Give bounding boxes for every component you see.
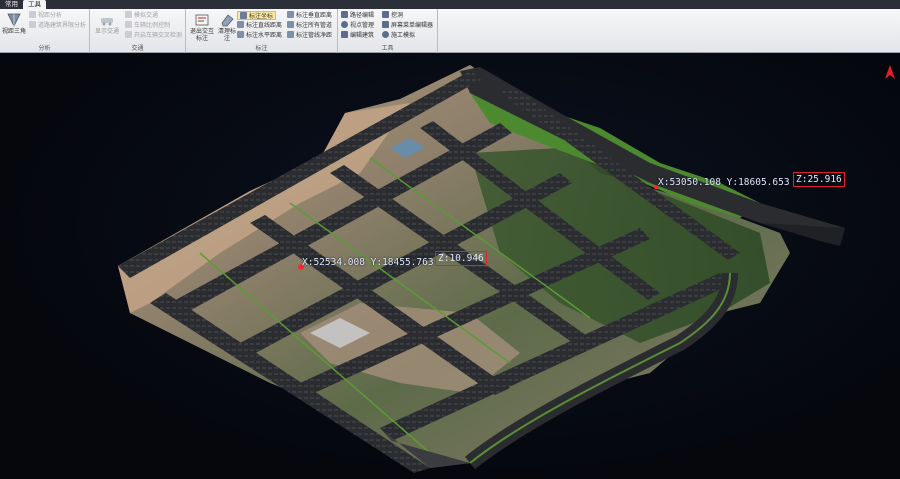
menu-editor-icon	[382, 21, 389, 28]
annotate-straight-distance-button[interactable]: 标注直线距离	[237, 21, 282, 30]
elevation-label-1: Z:10.946	[435, 251, 487, 266]
pipe-clearance-icon	[287, 31, 294, 38]
sight-distance-icon	[29, 11, 36, 18]
ribbon-tab-bar: 常用 工具	[0, 0, 900, 9]
sight-triangle-label: 视距三角	[1, 28, 26, 35]
simulate-traffic-button[interactable]: 模拟交通	[125, 11, 158, 20]
group-annotate-title: 标注	[255, 45, 268, 52]
annotate-vertical-distance-label: 标注垂直距离	[296, 12, 333, 19]
pipes-icon	[287, 21, 294, 28]
construction-icon	[382, 31, 389, 38]
clearance-analysis-label: 道路建筑界限分析	[38, 22, 87, 29]
group-tools-title: 工具	[381, 45, 394, 52]
viewpoint-manager-button[interactable]: 视点管理	[341, 21, 374, 30]
show-traffic-button[interactable]: 显示交通	[92, 11, 122, 44]
city-scene[interactable]	[0, 53, 900, 479]
group-traffic: 显示交通 模拟交通 车辆比例控制 开启车辆交叉检测 交通	[90, 9, 186, 53]
vehicle-ratio-button[interactable]: 车辆比例控制	[125, 21, 170, 30]
vehicle-ratio-label: 车辆比例控制	[134, 22, 171, 29]
sight-distance-button[interactable]: 视距分析	[29, 11, 62, 20]
vehicle-cross-check-label: 开启车辆交叉检测	[134, 32, 183, 39]
screen-menu-editor-label: 屏幕菜单编辑器	[391, 22, 434, 29]
simulate-traffic-icon	[125, 11, 132, 18]
annotate-all-pipes-label: 标注所有管道	[296, 22, 333, 29]
vehicle-cross-check-button[interactable]: 开启车辆交叉检测	[125, 31, 182, 40]
group-annotate: 退出交互标注 清理标注 标注坐标 标注直线距离 标注水平距离 标注垂直距离 标注…	[186, 9, 338, 53]
clear-annotation-label: 清理标注	[217, 28, 236, 42]
group-traffic-title: 交通	[131, 45, 144, 52]
dig-icon	[382, 11, 389, 18]
group-tools: 路径编辑 视点管理 编辑建筑 挖洞 屏幕菜单编辑器 施工模拟 工具	[338, 9, 438, 53]
annotate-vertical-distance-button[interactable]: 标注垂直距离	[287, 11, 332, 20]
sight-triangle-icon	[7, 13, 21, 27]
path-edit-icon	[341, 11, 348, 18]
annotate-straight-distance-label: 标注直线距离	[246, 22, 283, 29]
tab-tools[interactable]: 工具	[23, 0, 46, 9]
annotate-horizontal-distance-label: 标注水平距离	[246, 32, 283, 39]
edit-building-button[interactable]: 编辑建筑	[341, 31, 374, 40]
coordinate-label-2: X:53050.108 Y:18605.653	[658, 177, 790, 188]
clearance-icon	[29, 21, 36, 28]
tab-common[interactable]: 常用	[0, 0, 23, 9]
horizontal-distance-icon	[237, 31, 244, 38]
dig-hole-button[interactable]: 挖洞	[382, 11, 403, 20]
elevation-label-2: Z:25.916	[793, 172, 845, 187]
exit-annotation-icon	[195, 14, 209, 26]
eye-icon	[341, 21, 348, 28]
show-traffic-label: 显示交通	[94, 28, 119, 35]
group-analysis-title: 分析	[38, 45, 51, 52]
construction-sim-label: 施工模拟	[391, 32, 416, 39]
ribbon-toolbar: 视距三角 视距分析 道路建筑界限分析 分析 显示交通 模拟交通 车辆比例控制 开…	[0, 9, 900, 53]
building-icon	[341, 31, 348, 38]
traffic-car-icon	[101, 18, 113, 26]
annotate-pipe-clearance-label: 标注管线净距	[296, 32, 333, 39]
vehicle-ratio-icon	[125, 21, 132, 28]
coordinate-label-1: X:52534.008 Y:18455.763	[302, 257, 434, 268]
north-arrow-icon[interactable]	[885, 65, 895, 79]
edit-building-label: 编辑建筑	[350, 32, 375, 39]
clearance-analysis-button[interactable]: 道路建筑界限分析	[29, 21, 86, 30]
3d-viewport[interactable]: X:52534.008 Y:18455.763 Z:10.946 X:53050…	[0, 53, 900, 479]
dig-hole-label: 挖洞	[391, 12, 404, 19]
eraser-icon	[221, 14, 234, 27]
straight-distance-icon	[237, 21, 244, 28]
construction-sim-button[interactable]: 施工模拟	[382, 31, 415, 40]
sight-distance-label: 视距分析	[38, 12, 63, 19]
exit-annotation-label: 退出交互标注	[189, 28, 214, 42]
annotate-pipe-clearance-button[interactable]: 标注管线净距	[287, 31, 332, 40]
simulate-traffic-label: 模拟交通	[134, 12, 159, 19]
path-edit-button[interactable]: 路径编辑	[341, 11, 374, 20]
sight-triangle-button[interactable]: 视距三角	[1, 11, 27, 44]
exit-interactive-annotation-button[interactable]: 退出交互标注	[188, 11, 216, 44]
annotate-coordinate-button[interactable]: 标注坐标	[237, 11, 277, 20]
screen-menu-editor-button[interactable]: 屏幕菜单编辑器	[382, 21, 433, 30]
viewpoint-manager-label: 视点管理	[350, 22, 375, 29]
annotate-coordinate-label: 标注坐标	[249, 13, 274, 20]
coordinate-icon	[240, 12, 247, 19]
clear-annotation-button[interactable]: 清理标注	[217, 11, 237, 44]
cross-check-icon	[125, 31, 132, 38]
annotate-horizontal-distance-button[interactable]: 标注水平距离	[237, 31, 282, 40]
annotate-all-pipes-button[interactable]: 标注所有管道	[287, 21, 332, 30]
vertical-distance-icon	[287, 11, 294, 18]
group-analysis: 视距三角 视距分析 道路建筑界限分析 分析	[0, 9, 90, 53]
path-edit-label: 路径编辑	[350, 12, 375, 19]
